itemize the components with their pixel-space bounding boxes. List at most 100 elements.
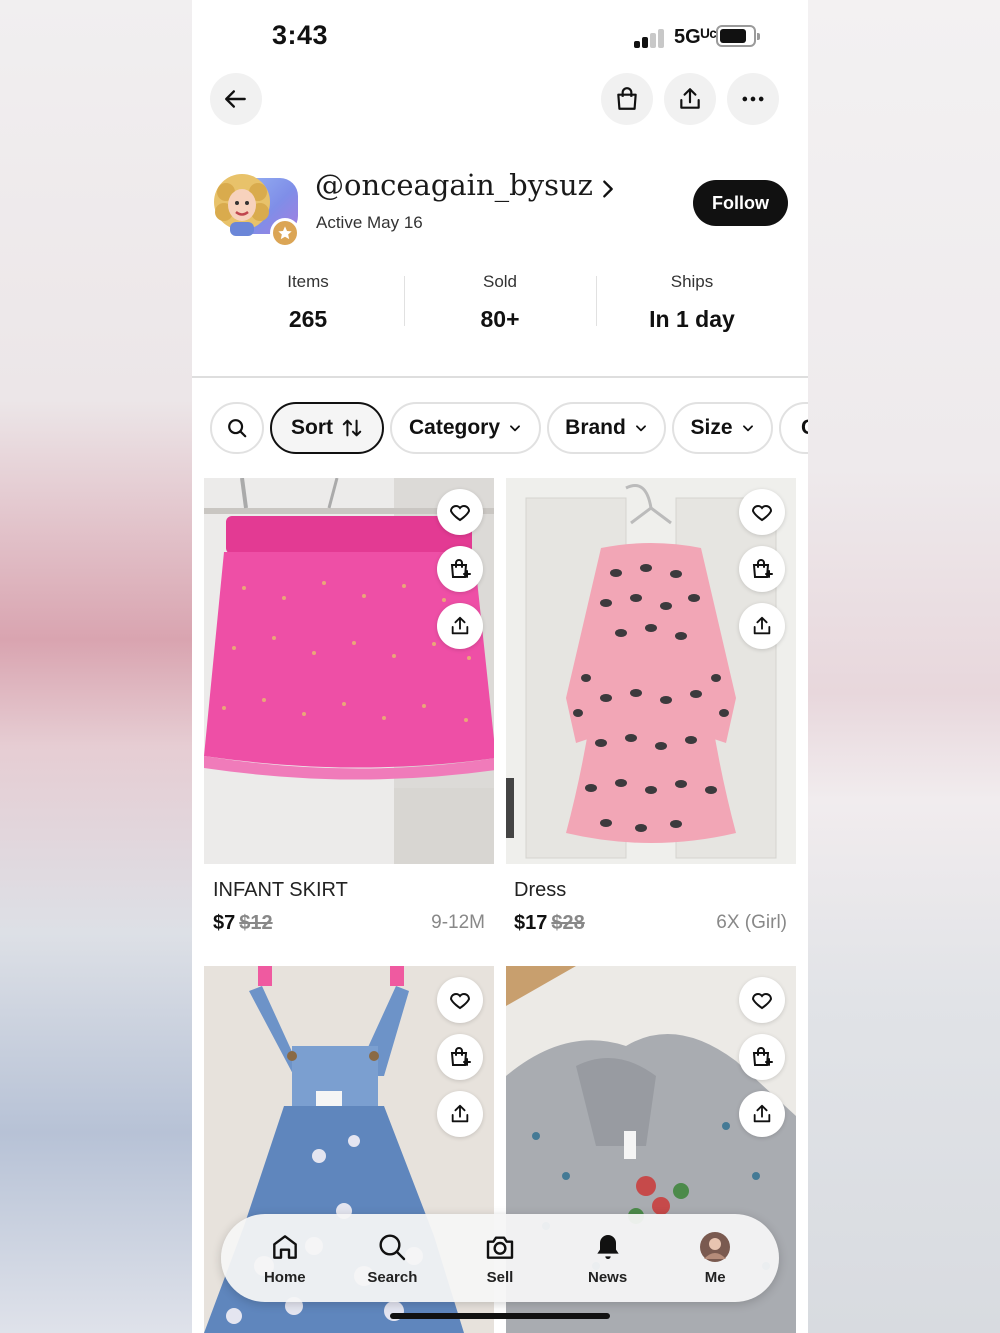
more-button[interactable] <box>727 73 779 125</box>
seller-username[interactable]: @onceagain_bysuz <box>315 168 593 202</box>
share-listing-button[interactable] <box>437 603 483 649</box>
dress-photo <box>506 478 796 864</box>
share-icon <box>753 616 771 635</box>
original-price: $12 <box>239 912 273 934</box>
sort-chip[interactable]: Sort <box>270 402 384 454</box>
like-button[interactable] <box>739 977 785 1023</box>
bag-plus-icon <box>450 1047 471 1066</box>
background-blur-left <box>0 0 192 1333</box>
home-icon <box>272 1234 297 1259</box>
follow-button[interactable]: Follow <box>693 180 788 226</box>
skirt-photo <box>204 478 494 864</box>
chevron-down-icon <box>742 425 753 432</box>
bottom-nav: Home Search Sell News Me <box>221 1214 779 1302</box>
size-chip[interactable]: Size <box>672 402 773 454</box>
share-button[interactable] <box>664 73 716 125</box>
bell-icon <box>596 1234 619 1259</box>
listing-price: $17 $28 <box>514 912 585 935</box>
stat-label: Sold <box>482 272 518 291</box>
nav-label: Me <box>704 1268 726 1286</box>
heart-icon <box>751 993 773 1010</box>
listing-size: 6X (Girl) <box>716 912 787 933</box>
share-icon <box>451 1104 469 1123</box>
stat-ships: Ships In 1 day <box>596 268 788 338</box>
phone-screen: 3:43 5Gᵁᶜ @onceagain_bysuz Active May 16… <box>192 0 808 1333</box>
search-icon <box>228 419 247 438</box>
bag-plus-icon <box>450 559 471 578</box>
seller-stats: Items 265 Sold 80+ Ships In 1 day <box>212 268 788 338</box>
bag-button[interactable] <box>601 73 653 125</box>
nav-home[interactable]: Home <box>240 1231 330 1286</box>
shopping-bag-icon <box>617 87 637 110</box>
signal-icon <box>634 28 668 48</box>
chevron-right-icon[interactable] <box>597 176 619 202</box>
chevron-down-icon <box>510 425 520 432</box>
brand-label: Brand <box>565 416 626 439</box>
nav-label: Search <box>367 1268 418 1286</box>
share-listing-button[interactable] <box>437 1091 483 1137</box>
more-filter-chip[interactable]: C <box>779 402 808 454</box>
heart-icon <box>449 993 471 1010</box>
size-label: Size <box>690 416 733 439</box>
nav-me[interactable]: Me <box>670 1231 760 1286</box>
sort-label: Sort <box>291 416 333 439</box>
camera-icon <box>486 1235 514 1259</box>
nav-news[interactable]: News <box>563 1231 653 1286</box>
avatar <box>700 1231 731 1262</box>
like-button[interactable] <box>739 489 785 535</box>
star-badge-icon <box>270 218 300 248</box>
nav-search[interactable]: Search <box>347 1231 437 1286</box>
add-to-bundle-button[interactable] <box>437 546 483 592</box>
sort-arrows-icon <box>342 419 362 437</box>
nav-sell[interactable]: Sell <box>455 1231 545 1286</box>
battery-icon <box>716 25 760 47</box>
brand-chip[interactable]: Brand <box>547 402 666 454</box>
stat-label: Items <box>287 272 329 291</box>
listing-image-dress[interactable] <box>506 478 796 864</box>
heart-icon <box>449 505 471 522</box>
stat-label: Ships <box>670 272 714 291</box>
background-blur-right <box>808 0 1000 1333</box>
add-to-bundle-button[interactable] <box>437 1034 483 1080</box>
status-bar: 3:43 5Gᵁᶜ <box>192 0 808 70</box>
category-label: Category <box>408 416 501 439</box>
share-listing-button[interactable] <box>739 603 785 649</box>
arrow-left-icon <box>225 90 246 108</box>
listing-size: 9-12M <box>431 912 485 933</box>
add-to-bundle-button[interactable] <box>739 1034 785 1080</box>
more-horizontal-icon <box>742 96 764 102</box>
current-price: $17 <box>514 912 548 934</box>
nav-label: News <box>587 1268 628 1286</box>
heart-icon <box>751 505 773 522</box>
chevron-down-icon <box>635 425 646 432</box>
listing-title[interactable]: INFANT SKIRT <box>213 879 348 902</box>
add-to-bundle-button[interactable] <box>739 546 785 592</box>
filter-bar: Sort Category Brand Size C <box>210 402 808 454</box>
back-button[interactable] <box>210 73 262 125</box>
stat-value: In 1 day <box>649 306 735 332</box>
seller-avatar[interactable] <box>212 172 300 248</box>
closet-search-button[interactable] <box>210 402 264 454</box>
like-button[interactable] <box>437 489 483 535</box>
network-label: 5Gᵁᶜ <box>674 26 717 48</box>
stat-sold: Sold 80+ <box>404 268 596 338</box>
share-listing-button[interactable] <box>739 1091 785 1137</box>
bag-plus-icon <box>752 559 773 578</box>
stat-items: Items 265 <box>212 268 404 338</box>
listing-title[interactable]: Dress <box>514 879 566 902</box>
listing-image-skirt[interactable] <box>204 478 494 864</box>
home-indicator <box>390 1313 610 1319</box>
listing-price: $7 $12 <box>213 912 273 935</box>
like-button[interactable] <box>437 977 483 1023</box>
stat-value: 265 <box>288 306 328 332</box>
status-time: 3:43 <box>272 20 329 50</box>
bag-plus-icon <box>752 1047 773 1066</box>
nav-label: Home <box>263 1268 306 1286</box>
more-filter-label: C <box>801 416 808 440</box>
current-price: $7 <box>213 912 236 934</box>
category-chip[interactable]: Category <box>390 402 541 454</box>
stat-value: 80+ <box>480 306 520 332</box>
active-status: Active May 16 <box>316 213 423 232</box>
search-icon <box>379 1233 406 1260</box>
original-price: $28 <box>551 912 585 934</box>
